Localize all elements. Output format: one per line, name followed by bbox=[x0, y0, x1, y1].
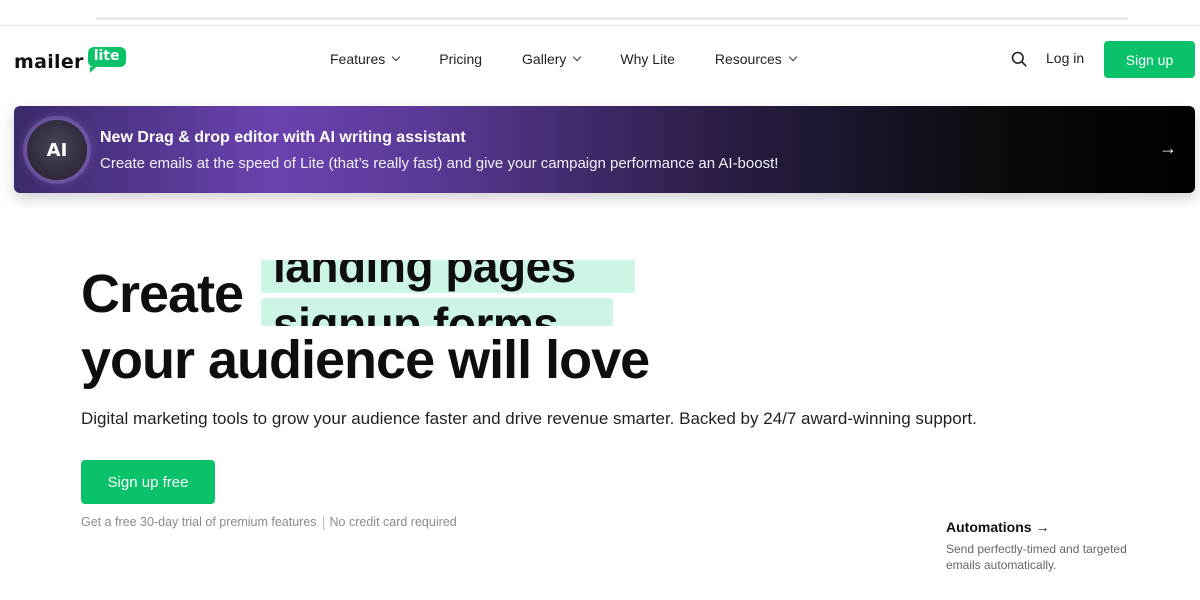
mailerlite-logo[interactable]: mailer lite bbox=[14, 43, 126, 73]
automations-link[interactable]: Automations → bbox=[946, 519, 1049, 535]
nav-item-label: Why Lite bbox=[620, 51, 675, 67]
automations-description: Send perfectly-timed and targeted emails… bbox=[946, 542, 1127, 572]
nav-item-pricing[interactable]: Pricing bbox=[439, 51, 482, 67]
logo-wordmark: mailer bbox=[14, 51, 84, 73]
trial-note-text: Get a free 30-day trial of premium featu… bbox=[81, 515, 317, 529]
rotating-word: signup forms bbox=[261, 298, 613, 326]
signup-button[interactable]: Sign up bbox=[1104, 41, 1195, 78]
hero-heading-start: Create bbox=[81, 264, 244, 324]
chevron-down-icon bbox=[392, 52, 401, 62]
chevron-down-icon bbox=[573, 52, 582, 62]
top-scroll-strip bbox=[96, 17, 1128, 20]
search-icon[interactable] bbox=[1011, 51, 1027, 67]
banner-subtitle: Create emails at the speed of Lite (that… bbox=[100, 155, 779, 172]
nav-item-why-lite[interactable]: Why Lite bbox=[620, 51, 674, 67]
login-link[interactable]: Log in bbox=[1046, 50, 1084, 66]
nav-item-gallery[interactable]: Gallery bbox=[522, 51, 582, 67]
divider bbox=[322, 515, 324, 530]
nav-item-label: Pricing bbox=[439, 51, 483, 67]
ai-editor-banner[interactable]: AI New Drag & drop editor with AI writin… bbox=[14, 106, 1195, 193]
header-divider bbox=[0, 25, 1200, 26]
hero-rotating-words: landing pages signup forms bbox=[261, 260, 641, 326]
nav-item-features[interactable]: Features bbox=[330, 51, 401, 67]
nav-item-label: Gallery bbox=[522, 51, 567, 67]
main-nav: Features Pricing Gallery Why Lite Resour… bbox=[330, 48, 836, 70]
arrow-right-icon: → bbox=[1159, 138, 1177, 158]
nav-item-resources[interactable]: Resources bbox=[714, 51, 798, 67]
banner-title: New Drag & drop editor with AI writing a… bbox=[100, 129, 466, 146]
ai-badge-label: AI bbox=[46, 139, 68, 161]
chevron-down-icon bbox=[788, 52, 798, 62]
rotating-word: landing pages bbox=[261, 260, 635, 293]
hero-description: Digital marketing tools to grow your aud… bbox=[81, 409, 977, 428]
hero-heading-end: your audience will love bbox=[81, 330, 650, 390]
no-credit-card-text: No credit card required bbox=[329, 515, 457, 529]
nav-item-label: Resources bbox=[714, 51, 782, 67]
nav-item-label: Features bbox=[330, 51, 386, 67]
signup-free-button[interactable]: Sign up free bbox=[81, 460, 215, 504]
trial-note: Get a free 30-day trial of premium featu… bbox=[81, 515, 457, 530]
ai-badge-icon: AI bbox=[27, 120, 87, 180]
logo-badge: lite bbox=[87, 47, 126, 73]
